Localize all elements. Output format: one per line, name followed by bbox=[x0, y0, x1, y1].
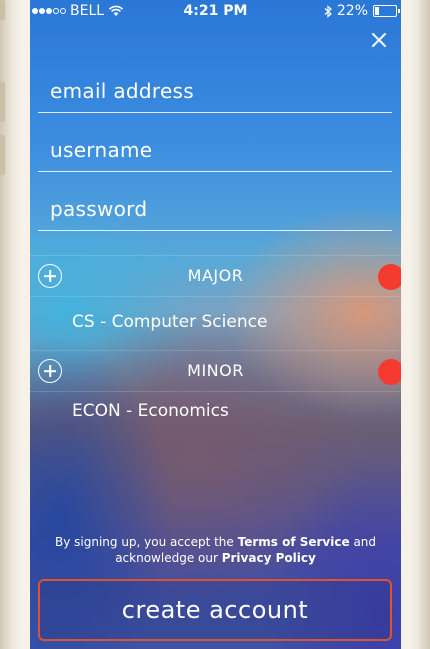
email-field-container bbox=[38, 56, 392, 113]
major-title: MAJOR bbox=[187, 266, 244, 285]
minor-section-header: MINOR bbox=[30, 350, 401, 392]
battery-percent: 22% bbox=[336, 3, 368, 19]
phone-frame: BELL 4:21 PM 22% email address username … bbox=[0, 0, 430, 649]
create-account-button[interactable]: create account bbox=[38, 579, 392, 641]
minor-title: MINOR bbox=[187, 361, 244, 380]
terms-of-service-link[interactable]: Terms of Service bbox=[238, 535, 350, 549]
phone-volume-down bbox=[0, 135, 5, 175]
terms-text: By signing up, you accept the Terms of S… bbox=[38, 534, 393, 566]
terms-prefix: By signing up, you accept the bbox=[54, 535, 238, 549]
remove-major-button[interactable] bbox=[378, 264, 401, 290]
major-section-header: MAJOR bbox=[30, 255, 401, 297]
close-button[interactable] bbox=[369, 30, 389, 50]
major-item[interactable]: CS - Computer Science bbox=[72, 312, 267, 332]
status-bar: BELL 4:21 PM 22% bbox=[30, 0, 401, 22]
signup-screen: BELL 4:21 PM 22% email address username … bbox=[30, 0, 401, 649]
password-field-container bbox=[38, 174, 392, 231]
password-field[interactable] bbox=[48, 196, 382, 222]
username-field[interactable] bbox=[48, 137, 382, 163]
email-field[interactable] bbox=[48, 78, 382, 104]
remove-minor-button[interactable] bbox=[378, 359, 401, 385]
minor-item[interactable]: ECON - Economics bbox=[72, 401, 229, 421]
phone-volume-up bbox=[0, 82, 5, 122]
bluetooth-icon bbox=[324, 4, 332, 18]
privacy-policy-link[interactable]: Privacy Policy bbox=[222, 551, 316, 565]
phone-side-button bbox=[0, 0, 5, 20]
username-field-container bbox=[38, 115, 392, 172]
close-icon bbox=[372, 33, 386, 47]
battery-icon bbox=[373, 5, 400, 17]
battery-fill bbox=[375, 7, 380, 15]
status-right: 22% bbox=[324, 3, 400, 19]
